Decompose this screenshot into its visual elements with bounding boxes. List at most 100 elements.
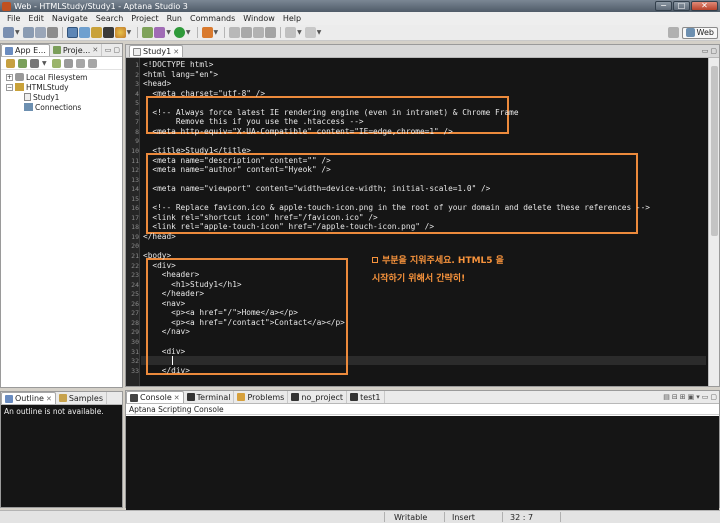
new-dropdown-icon[interactable]: ▼ [15, 29, 20, 36]
tab-samples[interactable]: Samples [56, 392, 107, 404]
tab-problems[interactable]: Problems [234, 391, 289, 403]
clear-console-icon[interactable]: ▤ [663, 393, 670, 401]
tab-console[interactable]: Console ✕ [126, 391, 184, 403]
tree-item-local-filesystem[interactable]: + Local Filesystem [1, 72, 122, 82]
folder-icon[interactable] [90, 27, 102, 38]
console-output[interactable] [126, 416, 719, 515]
pin-console-icon[interactable]: ⊞ [680, 393, 686, 401]
word-wrap-icon[interactable] [265, 27, 277, 38]
samples-icon [58, 394, 67, 402]
line-number: 30 [131, 337, 139, 346]
menu-navigate[interactable]: Navigate [48, 14, 92, 23]
open-perspective-icon[interactable] [667, 27, 679, 38]
maximize-view-icon[interactable]: ▢ [710, 393, 717, 401]
menu-help[interactable]: Help [279, 14, 305, 23]
link-icon[interactable] [18, 58, 27, 68]
tab-no-project[interactable]: no_project [288, 391, 348, 403]
print-icon[interactable] [46, 27, 58, 38]
code-editor[interactable]: 1 2 3 4 5 6 7 8 9 10 11 12 13 14 15 16 17 18 19 20 21 22 23 24 2… [126, 58, 719, 386]
menu-search[interactable]: Search [92, 14, 127, 23]
main-toolbar: ▼ ▼ ▼ ▼ ▼ ▼ ▼ Web [0, 25, 720, 41]
close-tab-icon[interactable]: ✕ [173, 48, 179, 56]
toggle-comment-icon[interactable] [253, 27, 265, 38]
layout-icon[interactable] [66, 27, 78, 38]
back-dropdown-icon[interactable]: ▼ [297, 29, 302, 36]
line-number: 8 [135, 127, 139, 136]
menu-window[interactable]: Window [239, 14, 279, 23]
perspective-label: Web [696, 28, 714, 37]
menu-run[interactable]: Run [163, 14, 186, 23]
scrollbar-thumb[interactable] [711, 66, 718, 236]
settings-icon[interactable] [30, 58, 39, 68]
tab-outline[interactable]: Outline ✕ [1, 392, 56, 404]
deploy-icon[interactable] [201, 27, 213, 38]
tree-item-study1[interactable]: Study1 [1, 92, 122, 102]
minimize-view-icon[interactable]: ▭ [702, 393, 709, 401]
terminal-icon [186, 393, 195, 401]
line-number-gutter: 1 2 3 4 5 6 7 8 9 10 11 12 13 14 15 16 17 18 19 20 21 22 23 24 2… [126, 58, 140, 386]
display-console-icon[interactable]: ▣ [688, 393, 695, 401]
close-tab-icon[interactable]: ✕ [92, 46, 98, 54]
deploy-dropdown-icon[interactable]: ▼ [214, 29, 219, 36]
debug-dropdown-icon[interactable]: ▼ [166, 29, 171, 36]
lock-scroll-icon[interactable]: ⊟ [672, 393, 678, 401]
window-controls: − □ ✕ [655, 1, 718, 11]
tree-item-connections[interactable]: Connections [1, 102, 122, 112]
web-perspective-icon [685, 28, 695, 37]
menu-file[interactable]: File [3, 14, 24, 23]
collapse-icon[interactable]: − [6, 83, 13, 91]
collapse-icon[interactable] [63, 58, 73, 68]
close-button[interactable]: ✕ [691, 1, 718, 11]
menu-edit[interactable]: Edit [24, 14, 48, 23]
code-line: <meta name="description" content="" /> [143, 155, 331, 165]
new-icon[interactable] [3, 27, 14, 38]
editor-tabstrip: Study1 ✕ ▭ ▢ [126, 45, 719, 58]
mark-occurrences-icon[interactable] [241, 27, 253, 38]
theme-icon[interactable] [114, 27, 126, 38]
forward-icon[interactable] [304, 27, 316, 38]
terminal-icon[interactable] [102, 27, 114, 38]
back-icon[interactable] [285, 27, 297, 38]
expand-icon[interactable]: + [6, 73, 13, 81]
code-line: <nav> [143, 298, 186, 308]
tab-label: no_project [301, 392, 344, 402]
web-perspective-button[interactable]: Web [681, 26, 718, 39]
tab-study1[interactable]: Study1 ✕ [129, 45, 184, 57]
status-separator [560, 512, 561, 522]
tab-project-explorer[interactable]: Proje... ✕ [50, 44, 103, 56]
tab-terminal[interactable]: Terminal [184, 391, 235, 403]
menu-commands[interactable]: Commands [186, 14, 239, 23]
maximize-view-icon[interactable]: ▢ [710, 47, 717, 55]
tab-test1[interactable]: test1 [347, 391, 385, 403]
add-icon[interactable] [51, 58, 61, 68]
panes-icon[interactable] [78, 27, 90, 38]
open-console-icon[interactable]: ▾ [696, 393, 700, 401]
run-dropdown-icon[interactable]: ▼ [186, 29, 191, 36]
minimize-view-icon[interactable]: ▭ [702, 47, 709, 55]
debug-icon[interactable] [154, 27, 166, 38]
code-line: <h1>Study1</h1> [143, 279, 242, 289]
line-number: 16 [131, 204, 139, 213]
forward-dropdown-icon[interactable]: ▼ [317, 29, 322, 36]
save-all-icon[interactable] [34, 27, 46, 38]
maximize-button[interactable]: □ [673, 1, 690, 11]
minimize-view-icon[interactable]: ▭ [105, 46, 112, 54]
settings-dropdown-icon[interactable]: ▼ [42, 60, 47, 67]
arrow-down-icon[interactable] [87, 58, 97, 68]
menu-project[interactable]: Project [127, 14, 162, 23]
search-icon[interactable] [229, 27, 241, 38]
build-icon[interactable] [142, 27, 154, 38]
close-tab-icon[interactable]: ✕ [46, 395, 52, 403]
vertical-scrollbar[interactable] [708, 58, 719, 386]
maximize-view-icon[interactable]: ▢ [113, 46, 120, 54]
save-icon[interactable] [22, 27, 34, 38]
run-icon[interactable] [173, 27, 185, 38]
arrow-up-icon[interactable] [75, 58, 85, 68]
close-tab-icon[interactable]: ✕ [174, 394, 180, 402]
tab-app-explorer[interactable]: App E... [1, 44, 50, 56]
line-number: 15 [131, 194, 139, 203]
theme-dropdown-icon[interactable]: ▼ [127, 29, 132, 36]
folder-icon[interactable] [6, 58, 15, 68]
tree-item-htmlstudy[interactable]: − HTMLStudy [1, 82, 122, 92]
minimize-button[interactable]: − [655, 1, 672, 11]
